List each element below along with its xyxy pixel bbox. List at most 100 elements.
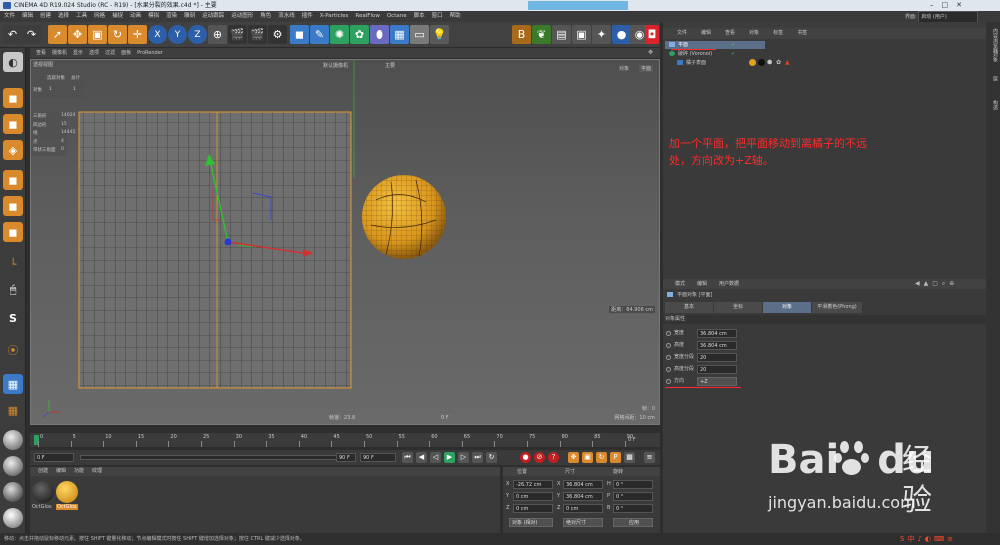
menu-item[interactable]: 窗口 <box>432 13 443 19</box>
attribute-menu-item[interactable]: 编辑 <box>697 281 707 287</box>
material-tag-orange[interactable] <box>749 59 756 66</box>
menu-item[interactable]: 捕捉 <box>112 13 123 19</box>
menu-item[interactable]: Octane <box>387 13 407 19</box>
light-icon[interactable]: 💡 <box>430 25 449 44</box>
coord-position-field[interactable]: 0 cm <box>513 492 553 501</box>
make-editable-icon[interactable]: ◐ <box>3 52 23 72</box>
render-picture-viewer-icon[interactable]: 🎬 <box>248 25 267 44</box>
next-frame-icon[interactable]: ▷ <box>458 452 469 463</box>
menu-item[interactable]: 运动图形 <box>231 13 253 19</box>
plugin-image-icon[interactable]: ▣ <box>572 25 591 44</box>
polygons-mode-icon[interactable]: ◼ <box>3 222 23 242</box>
object-name-plane[interactable]: 平面 <box>678 41 688 49</box>
material-swatch-black[interactable] <box>32 481 54 503</box>
attribute-menu-item[interactable]: 用户数据 <box>719 281 739 287</box>
loop-icon[interactable]: ↻ <box>486 452 497 463</box>
viewport-menu-item[interactable]: ProRender <box>137 50 163 56</box>
object-name-orange[interactable]: 橘子表面 <box>686 59 706 67</box>
magnet-icon[interactable]: ⦿ <box>3 340 23 360</box>
attr-field-radio[interactable] <box>666 331 671 336</box>
key-scale-icon[interactable]: ▣ <box>582 452 593 463</box>
object-manager-menu-item[interactable]: 查看 <box>725 30 735 36</box>
redo-icon[interactable]: ↷ <box>22 25 41 44</box>
side-tab[interactable]: 层 <box>988 76 998 81</box>
autokey-icon[interactable]: ⊘ <box>534 452 545 463</box>
grid-lock-icon[interactable]: ▦ <box>3 400 23 420</box>
prev-key-icon[interactable]: ◀ <box>416 452 427 463</box>
render-settings-icon[interactable]: ⚙ <box>268 25 287 44</box>
menu-item[interactable]: 选择 <box>58 13 69 19</box>
side-tab[interactable]: 对象 <box>988 52 998 62</box>
floor-scene-icon[interactable]: ▦ <box>390 25 409 44</box>
material-sphere-icon[interactable] <box>3 430 23 450</box>
coord-rotation-field[interactable]: 0 ° <box>613 504 653 513</box>
last-tool-icon[interactable]: ✛ <box>128 25 147 44</box>
menu-item[interactable]: 流水线 <box>278 13 295 19</box>
menu-item[interactable]: 运动跟踪 <box>202 13 224 19</box>
coord-size-mode-dropdown[interactable]: 绝对尺寸 <box>563 518 603 527</box>
attr-field-radio[interactable] <box>666 343 671 348</box>
timeline-menu-icon[interactable]: ≡ <box>644 452 655 463</box>
axis-y-button[interactable]: Y <box>168 25 187 44</box>
menu-item[interactable]: 创建 <box>40 13 51 19</box>
subdivision-icon[interactable]: ✺ <box>330 25 349 44</box>
plugin-spheres-icon[interactable]: ● <box>612 25 631 44</box>
object-manager-menu-item[interactable]: 对象 <box>749 30 759 36</box>
camera-icon[interactable]: ▭ <box>410 25 429 44</box>
material-name-2[interactable]: OctGlos <box>56 504 78 510</box>
coord-size-field[interactable]: 0 cm <box>563 504 603 513</box>
object-row-orange[interactable]: 橘子表面 ⬢ ✿ ▲ <box>665 59 815 67</box>
menu-item[interactable]: 工具 <box>76 13 87 19</box>
coord-rotation-field[interactable]: 0 ° <box>613 480 653 489</box>
move-tool-icon[interactable]: ✥ <box>68 25 87 44</box>
material-menu-item[interactable]: 功能 <box>74 468 84 474</box>
material-sphere-4-icon[interactable] <box>3 508 23 528</box>
attr-field-input[interactable]: 20 <box>697 365 737 374</box>
goto-end-icon[interactable]: ⏭ <box>472 452 483 463</box>
system-tray-icons[interactable]: S中♪◐⌨≡ <box>900 534 956 545</box>
range-slider[interactable] <box>80 455 350 460</box>
coord-apply-button[interactable]: 应用 <box>613 518 653 527</box>
perspective-viewport[interactable]: 透视视图 默认摄像机 主要 对象 平面 选取对象 总计 对象 1 1 三角形 14… <box>30 59 660 425</box>
menu-item[interactable]: 脚本 <box>414 13 425 19</box>
plugin-brush-icon[interactable]: ✦ <box>592 25 611 44</box>
material-sphere-3-icon[interactable] <box>3 482 23 502</box>
pen-spline-icon[interactable]: ✎ <box>310 25 329 44</box>
attr-field-radio[interactable] <box>666 355 671 360</box>
material-swatch-orange[interactable] <box>56 481 78 503</box>
coordinate-system-icon[interactable]: ⊕ <box>208 25 227 44</box>
menu-item[interactable]: 文件 <box>4 13 15 19</box>
axis-z-button[interactable]: Z <box>188 25 207 44</box>
attribute-menu-item[interactable]: 模式 <box>675 281 685 287</box>
cube-primitive-icon[interactable]: ◼ <box>290 25 309 44</box>
attr-tab-basic[interactable]: 基本 <box>665 302 713 313</box>
attribute-nav-icons[interactable]: ◀▲▢⌕⊕ <box>915 280 958 288</box>
scale-tool-icon[interactable]: ▣ <box>88 25 107 44</box>
tag-icon-3[interactable]: ▲ <box>785 59 790 66</box>
workplane-mode-icon[interactable]: ◈ <box>3 140 23 160</box>
cloner-icon[interactable]: ✿ <box>350 25 369 44</box>
object-name-voronoi[interactable]: 破碎 (Voronoi) <box>678 50 712 58</box>
voronoi-check-icon[interactable]: ✓ <box>731 51 735 57</box>
edges-mode-icon[interactable]: ◼ <box>3 196 23 216</box>
coord-rotation-field[interactable]: 0 ° <box>613 492 653 501</box>
coord-size-field[interactable]: 36.804 cm <box>563 492 603 501</box>
range-end-field[interactable]: 90 F <box>336 453 356 462</box>
menu-item[interactable]: 帮助 <box>450 13 461 19</box>
key-param-icon[interactable]: P <box>610 452 621 463</box>
menu-item[interactable]: 模拟 <box>148 13 159 19</box>
keyframe-selection-icon[interactable]: ? <box>548 452 559 463</box>
direction-radio[interactable] <box>666 379 671 384</box>
workplane-icon[interactable]: ▦ <box>3 374 23 394</box>
tag-icon-2[interactable]: ✿ <box>776 59 781 66</box>
object-row-voronoi[interactable]: 破碎 (Voronoi) ✓ <box>665 50 765 58</box>
attr-tab-phong[interactable]: 平滑着色(Phong) <box>812 302 862 313</box>
visibility-check-icon[interactable]: ✓ <box>731 42 735 48</box>
start-frame-field[interactable]: 0 F <box>34 453 74 462</box>
attr-field-input[interactable]: 20 <box>697 353 737 362</box>
axis-mode-icon[interactable]: └ <box>3 254 23 274</box>
coord-mode-dropdown[interactable]: 对象 (相对) <box>509 518 553 527</box>
attr-tab-coord[interactable]: 坐标 <box>714 302 762 313</box>
plugin-b-icon[interactable]: B <box>512 25 531 44</box>
menu-item[interactable]: 插件 <box>302 13 313 19</box>
